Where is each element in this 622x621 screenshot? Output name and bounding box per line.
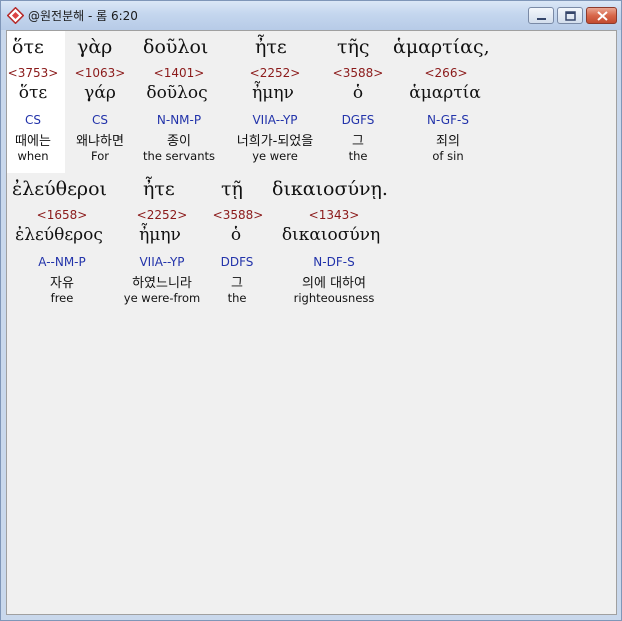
lemma: δικαιοσύνη — [281, 225, 381, 245]
korean-gloss: 종이 — [167, 134, 191, 149]
strongs-number[interactable]: <1343> — [309, 208, 360, 222]
strongs-number[interactable]: <1063> — [75, 66, 126, 80]
parsing-code: DGFS — [341, 113, 375, 127]
parsing-code: CS — [25, 113, 41, 127]
strongs-number[interactable]: <3588> — [213, 208, 264, 222]
greek-word[interactable]: ἁμαρτίας, — [393, 36, 490, 58]
english-gloss: free — [50, 291, 74, 305]
close-icon — [597, 11, 608, 21]
maximize-button[interactable] — [557, 7, 583, 24]
lemma: δοῦλος — [146, 83, 208, 103]
title-bar[interactable]: @원전분해 - 롬 6:20 — [1, 1, 621, 30]
greek-word[interactable]: γὰρ — [77, 36, 112, 58]
lemma: ἐλεύθερος — [15, 225, 103, 245]
parsing-code: VIIA--YP — [139, 255, 185, 269]
greek-word[interactable]: δοῦλοι — [143, 36, 208, 58]
korean-gloss: 하였느니라 — [132, 276, 192, 291]
parsing-code: N-GF-S — [427, 113, 469, 127]
greek-word[interactable]: δικαιοσύνῃ. — [272, 178, 388, 200]
parsing-code: N-NM-P — [156, 113, 202, 127]
english-gloss: ye were — [252, 149, 298, 163]
parsing-code: DDFS — [220, 255, 254, 269]
lemma: ὅτε — [18, 83, 48, 103]
minimize-button[interactable] — [528, 7, 554, 24]
greek-word[interactable]: ὅτε — [12, 36, 44, 58]
close-button[interactable] — [586, 7, 617, 24]
strongs-number[interactable]: <1401> — [154, 66, 205, 80]
korean-gloss: 너희가-되었을 — [236, 134, 314, 149]
english-gloss: the — [348, 149, 368, 163]
greek-word[interactable]: τῇ — [221, 178, 243, 200]
app-icon — [6, 6, 25, 25]
korean-gloss: 의에 대하여 — [302, 276, 366, 291]
korean-gloss: 그 — [352, 134, 364, 149]
strongs-number[interactable]: <2252> — [137, 208, 188, 222]
korean-gloss: 죄의 — [436, 134, 460, 149]
korean-gloss: 때에는 — [15, 134, 51, 149]
english-gloss: the servants — [143, 149, 215, 163]
strongs-number[interactable]: <3588> — [333, 66, 384, 80]
strongs-number[interactable]: <2252> — [250, 66, 301, 80]
strongs-number[interactable]: <266> — [424, 66, 467, 80]
greek-word[interactable]: τῆς — [337, 36, 370, 58]
lemma: ὁ — [230, 225, 242, 245]
greek-word[interactable]: ἐλεύθεροι — [12, 178, 107, 200]
lemma: ἦμην — [252, 83, 294, 103]
minimize-icon — [537, 18, 546, 20]
greek-word[interactable]: ἦτε — [255, 36, 287, 58]
parsing-code: CS — [92, 113, 108, 127]
lemma: ἦμην — [139, 225, 181, 245]
english-gloss: when — [17, 149, 49, 163]
english-gloss: ye were-from — [123, 291, 201, 305]
greek-word[interactable]: ἦτε — [143, 178, 175, 200]
lemma: ὁ — [352, 83, 364, 103]
korean-gloss: 그 — [231, 276, 243, 291]
english-gloss: righteousness — [293, 291, 375, 305]
parsing-code: A--NM-P — [38, 255, 86, 269]
korean-gloss: 자유 — [50, 276, 74, 291]
parsing-code: VIIA--YP — [252, 113, 298, 127]
strongs-number[interactable]: <1658> — [37, 208, 88, 222]
window-title: @원전분해 - 롬 6:20 — [28, 9, 138, 23]
analysis-pane[interactable]: ὅτε γὰρ δοῦλοι ἦτε τῆς ἁμαρτίας, <3753> … — [6, 30, 617, 615]
strongs-number[interactable]: <3753> — [8, 66, 59, 80]
lemma: γάρ — [84, 83, 116, 103]
lemma: ἁμαρτία — [409, 83, 481, 103]
korean-gloss: 왜냐하면 — [76, 134, 124, 149]
english-gloss: the — [227, 291, 247, 305]
english-gloss: For — [91, 149, 109, 163]
english-gloss: of sin — [432, 149, 464, 163]
maximize-icon — [565, 11, 576, 21]
app-window: @원전분해 - 롬 6:20 ὅτε γὰρ δοῦλοι ἦτε τῆς ἁμ… — [0, 0, 622, 621]
parsing-code: N-DF-S — [313, 255, 355, 269]
